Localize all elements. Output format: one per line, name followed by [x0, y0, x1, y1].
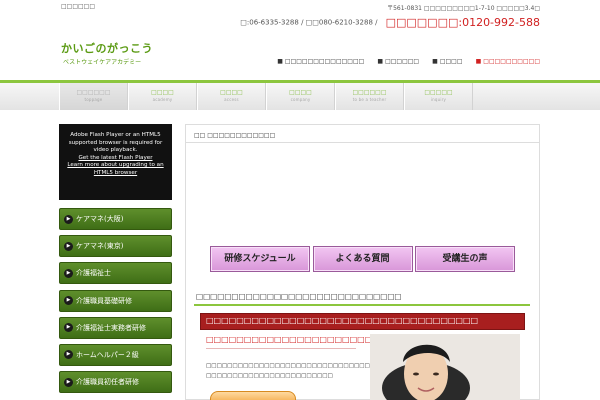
course-menu-label: ホームヘルパー２級 [76, 350, 139, 359]
course-menu-item[interactable]: ▶ 介護福祉士 [59, 262, 172, 285]
get-flash-link[interactable]: Get the latest Flash Player [59, 155, 172, 163]
freephone-number[interactable]: □□□□□□□:0120-992-588 [386, 16, 540, 29]
flash-message-line: video playback. [93, 147, 138, 154]
bullet-icon: ■ [377, 58, 384, 65]
flash-message-line: Adobe Flash Player or an HTML5 [70, 132, 161, 138]
html5-upgrade-link-cont[interactable]: HTML5 browser [59, 170, 172, 178]
site-header: かいごのがっこう ベストウェイケアアカデミー □:06-6335-3288 / … [0, 10, 600, 80]
phone-numbers: □:06-6335-3288 / □□080-6210-3288 / □□□□□… [240, 12, 540, 31]
section-divider [194, 304, 530, 306]
header-link-2[interactable]: ■ □□□□□□ [377, 58, 419, 65]
course-menu-label: 介護福祉士実務者研修 [76, 323, 146, 332]
nav-item-academy[interactable]: □□□□ academy [128, 83, 197, 110]
bullet-icon: ■ [432, 58, 438, 65]
course-menu-item[interactable]: ▶ ケアマネ(大阪) [59, 208, 172, 230]
nav-item-access[interactable]: □□□□ access [197, 83, 266, 110]
course-menu-label: 介護福祉士 [76, 269, 111, 278]
arrow-right-icon: ▶ [64, 296, 73, 306]
logo-main-text: かいごのがっこう [61, 42, 153, 55]
arrow-right-icon: ▶ [64, 350, 73, 360]
course-menu-item[interactable]: ▶ 介護職員基礎研修 [59, 289, 172, 312]
red-subheading-underline [206, 348, 356, 349]
sidebar: Adobe Flash Player or an HTML5 supported… [59, 124, 172, 398]
portrait-illustration [370, 334, 520, 400]
header-link-3[interactable]: ■ □□□□ [432, 58, 462, 65]
quick-links: 研修スケジュール よくある質問 受講生の声 [210, 246, 518, 272]
header-link-1[interactable]: ■ □□□□□□□□□□□□□□ [277, 58, 364, 65]
instructor-photo [370, 334, 520, 400]
nav-label-en: to be a teacher [352, 97, 387, 102]
nav-item-teacher[interactable]: □□□□□□ to be a teacher [335, 83, 404, 110]
nav-label-en: company [290, 97, 311, 102]
nav-label-jp: □□□□ [289, 89, 312, 96]
course-menu-item[interactable]: ▶ ケアマネ(東京) [59, 235, 172, 258]
course-menu: ▶ ケアマネ(大阪) ▶ ケアマネ(東京) ▶ 介護福祉士 ▶ 介護職員基礎研修… [59, 208, 172, 394]
orange-action-button[interactable] [210, 391, 296, 400]
phone-numbers-text: □:06-6335-3288 / □□080-6210-3288 / [240, 18, 378, 27]
course-menu-label: ケアマネ(東京) [76, 242, 124, 251]
bullet-icon: ■ [475, 58, 482, 65]
header-link-label: □□□□□□□□□□□□□□ [284, 58, 365, 65]
html5-upgrade-link[interactable]: Learn more about upgrading to an [59, 162, 172, 170]
main-content: □□ □□□□□□□□□□□□ 研修スケジュール よくある質問 受講生の声 □□… [185, 124, 540, 400]
nav-label-en: inquiry [430, 97, 447, 102]
course-menu-label: 介護職員初任者研修 [76, 378, 139, 387]
title-divider [186, 142, 539, 143]
bullet-icon: ■ [277, 58, 283, 65]
header-links: ■ □□□□□□□□□□□□□□ ■ □□□□□□ ■ □□□□ ■ □□□□□□□□□… [269, 48, 540, 67]
nav-label-jp: □□□□□□ [76, 89, 111, 96]
faq-button[interactable]: よくある質問 [312, 246, 413, 272]
course-menu-label: ケアマネ(大阪) [76, 215, 124, 223]
nav-label-jp: □□□□□ [424, 89, 453, 96]
video-player-placeholder: Adobe Flash Player or an HTML5 supported… [59, 124, 172, 200]
global-nav-items: □□□□□□ toppage □□□□ academy □□□□ access … [59, 83, 473, 110]
nav-label-en: toppage [84, 97, 103, 102]
course-menu-item[interactable]: ▶ ホームヘルパー２級 [59, 343, 172, 366]
student-voices-button[interactable]: 受講生の声 [415, 246, 515, 272]
arrow-right-icon: ▶ [64, 268, 73, 278]
global-nav: □□□□□□ toppage □□□□ academy □□□□ access … [0, 80, 600, 110]
schedule-button[interactable]: 研修スケジュール [210, 246, 310, 272]
flash-message-line: supported browser is required for [68, 139, 163, 146]
section-heading: □□□□□□□□□□□□□□□□□□□□□□□□□□□□□ [196, 292, 402, 301]
red-banner-text: □□□□□□□□□□□□□□□□□□□□□□□□□□□□□□□□□□□□ [206, 316, 479, 325]
page-title: □□ □□□□□□□□□□□□ [194, 132, 276, 139]
nav-label-jp: □□□□ [220, 89, 243, 96]
arrow-right-icon: ▶ [64, 241, 73, 251]
nav-label-jp: □□□□□□ [352, 89, 387, 96]
red-banner: □□□□□□□□□□□□□□□□□□□□□□□□□□□□□□□□□□□□ [200, 313, 525, 330]
arrow-right-icon: ▶ [64, 323, 73, 333]
nav-label-jp: □□□□ [151, 89, 174, 96]
nav-label-en: academy [152, 97, 173, 102]
arrow-right-icon: ▶ [64, 377, 73, 387]
nav-item-toppage[interactable]: □□□□□□ toppage [59, 83, 128, 110]
header-link-label: □□□□□□ [385, 58, 420, 65]
header-link-4[interactable]: ■ □□□□□□□□□□ [476, 58, 540, 65]
nav-item-company[interactable]: □□□□ company [266, 83, 335, 110]
course-menu-item[interactable]: ▶ 介護福祉士実務者研修 [59, 316, 172, 339]
logo-sub-text: ベストウェイケアアカデミー [63, 59, 142, 66]
top-tagline: □□□□□□ [61, 3, 96, 10]
nav-item-inquiry[interactable]: □□□□□ inquiry [404, 83, 473, 110]
header-link-label: □□□□ [439, 58, 463, 65]
course-menu-item[interactable]: ▶ 介護職員初任者研修 [59, 371, 172, 394]
arrow-right-icon: ▶ [64, 214, 73, 224]
header-link-label: □□□□□□□□□□ [483, 58, 540, 65]
nav-label-en: access [224, 97, 239, 102]
site-logo[interactable]: かいごのがっこう ベストウェイケアアカデミー [61, 40, 153, 66]
course-menu-label: 介護職員基礎研修 [76, 296, 132, 305]
